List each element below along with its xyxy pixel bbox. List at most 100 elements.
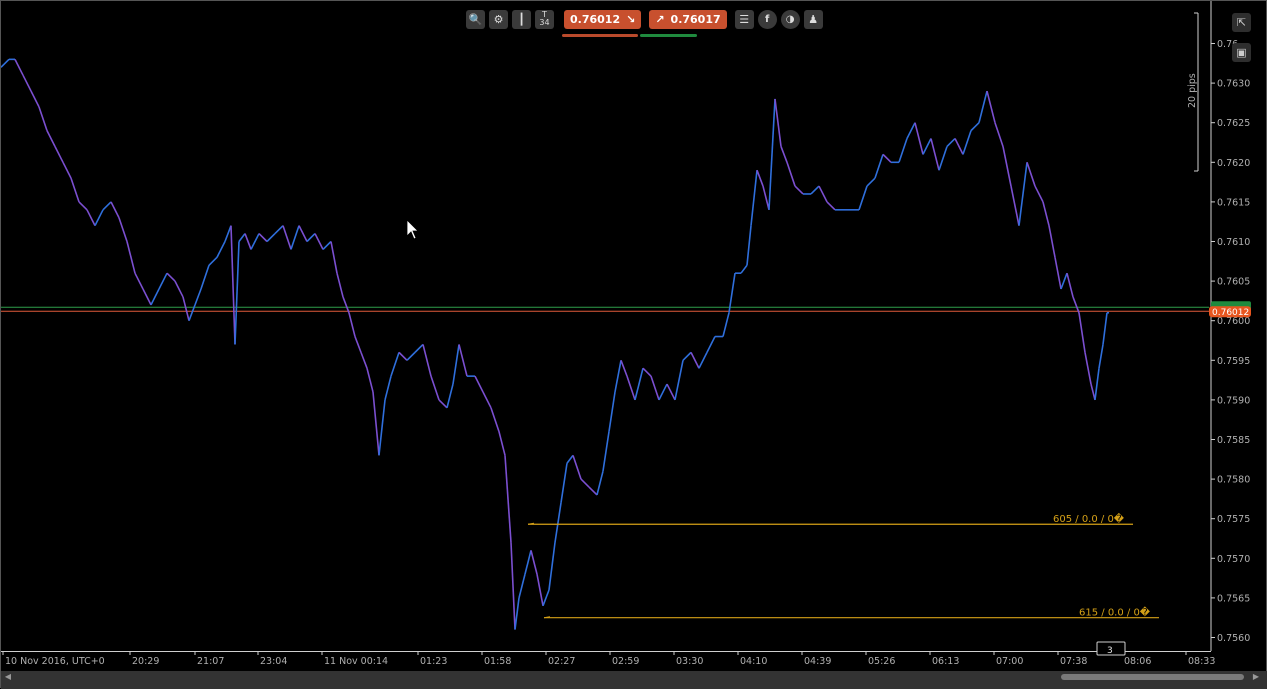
scroll-left-icon[interactable]: ◀ [3,672,13,682]
price-line-segment [238,233,246,242]
price-line-segment [642,367,652,377]
chart-settings-icon[interactable]: ⚙ [489,9,508,29]
price-line-segment [1018,162,1028,226]
price-line-segment [962,130,972,155]
x-tick-label: 07:00 [996,656,1023,667]
price-line-segment [150,288,160,306]
price-line-segment [234,241,240,345]
x-tick-label: 10 Nov 2016, UTC+0 [5,656,105,667]
price-line-segment [572,455,582,480]
buy-button[interactable]: ↗ 0.76017 [649,9,727,29]
price-line-segment [602,431,610,472]
price-line-segment [938,146,948,171]
price-line-segment [608,391,616,432]
price-line-segment [342,296,350,314]
x-tick-label: 08:33 [1188,656,1215,667]
price-line-segment [474,375,484,393]
y-tick-label: 0.7590 [1217,395,1250,406]
price-line-segment [650,375,660,401]
price-line-segment [560,463,568,503]
price-line-segment [786,162,796,187]
y-tick-label: 0.7575 [1217,514,1250,525]
price-line-segment [768,98,776,210]
price-line-segment [626,375,636,401]
price-line-segment [290,225,300,250]
price-line-segment [634,368,644,401]
price-line-segment [244,233,252,250]
price-line-segment [1,58,10,68]
price-line-segment [524,550,532,575]
price-line-segment [994,122,1004,147]
price-line-segment [1060,272,1068,290]
social-icon[interactable]: ◑ [780,9,800,29]
price-line-segment [794,185,804,195]
price-line-segment [906,122,916,139]
price-line-segment [866,177,876,187]
price-chart[interactable]: 0.760.76300.76250.76200.76150.76100.7605… [1,1,1267,689]
price-line-segment [658,383,668,401]
price-line-segment [314,233,324,250]
order-label: 605 / 0.0 / 0� [1053,512,1125,525]
price-line-segment [306,233,316,243]
chart-type-icon[interactable]: ┃ [512,9,531,29]
price-line-segment [70,177,80,203]
screenshot-icon[interactable]: ▣ [1232,43,1251,62]
price-line-segment [1072,296,1080,314]
price-line-segment [1066,272,1074,298]
price-line-segment [38,106,48,131]
price-line-segment [986,90,996,123]
y-tick-label: 0.7560 [1217,633,1250,644]
price-line-segment [86,209,96,227]
order-list-icon[interactable]: ☰ [734,9,754,29]
price-line-segment [62,161,72,179]
scrollbar-thumb[interactable] [1061,674,1244,680]
x-tick-label: 03:30 [676,656,703,667]
zoom-icon[interactable]: 🔍 [466,9,485,29]
price-line-segment [1078,312,1086,353]
price-line-segment [134,272,144,290]
price-line-segment [274,225,284,235]
price-line-segment [898,138,908,163]
price-line-segment [46,130,56,147]
price-line-segment [118,217,128,242]
scroll-right-icon[interactable]: ▶ [1251,672,1261,682]
y-tick-label: 0.7570 [1217,554,1250,565]
price-line-segment [548,542,556,591]
price-line-segment [1054,257,1062,290]
price-line-segment [614,360,622,393]
price-line-segment [166,272,176,282]
price-line-segment [1090,383,1096,401]
price-line-segment [398,351,408,361]
buy-volume-bar [640,34,697,37]
candle-countdown-label: 3 [1107,646,1113,656]
price-line-segment [1094,368,1100,401]
trader-icon[interactable]: ♟ [803,9,823,29]
price-line-segment [818,185,828,203]
bid-price-badge-label: 0.76012 [1212,308,1249,318]
price-line-segment [530,550,538,575]
price-line-segment [978,90,988,123]
detach-icon[interactable]: ⇱ [1232,13,1251,32]
order-label: 615 / 0.0 / 0� [1079,606,1151,619]
price-line-segment [322,240,332,250]
chart-toolbar: 🔍 ⚙ ┃ T 34 0.76012 ↘ ↗ 0.76017 ☰ f ◑ ♟ [466,9,823,29]
price-line-segment [498,431,506,456]
facebook-icon[interactable]: f [757,9,777,29]
price-line-segment [430,375,440,401]
timeframe-icon[interactable]: T 34 [535,9,554,29]
price-line-segment [482,391,492,409]
price-line-segment [746,225,752,266]
price-line-segment [588,486,598,496]
price-line-segment [690,352,700,369]
price-line-segment [208,256,218,266]
price-line-segment [780,146,788,163]
chart-window: 0.76 0.7630 0.7625 0.7620 0.7615 0.7610 0.7605… [0,0,1267,689]
sell-button[interactable]: 0.76012 ↘ [564,9,642,29]
price-line-segment [674,360,684,401]
price-line-segment [682,351,692,361]
price-line-segment [422,344,432,377]
y-tick-label: 0.7580 [1217,475,1250,486]
price-line-segment [258,233,268,243]
price-line-segment [390,352,400,377]
price-line-segment [366,368,374,393]
